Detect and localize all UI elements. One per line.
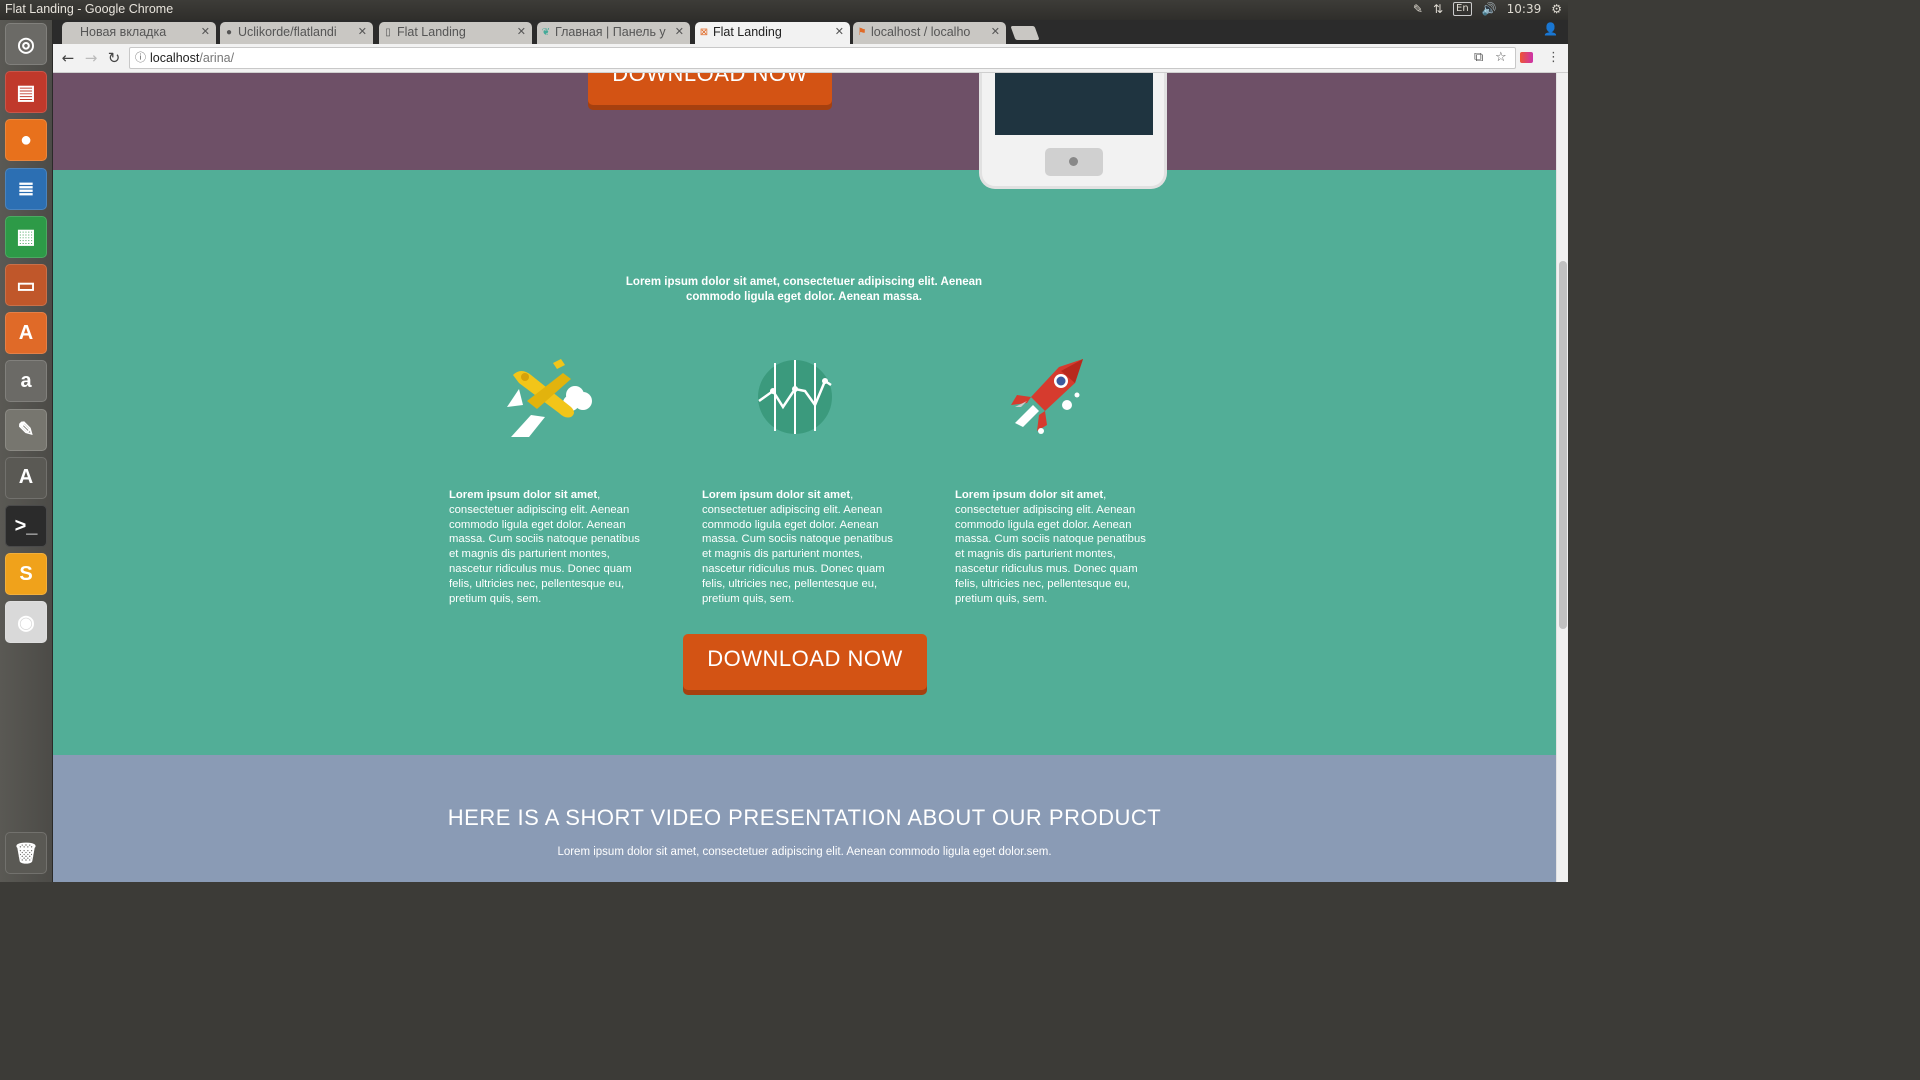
feature-text-3: Lorem ipsum dolor sit amet, consectetuer… — [955, 488, 1155, 606]
html-icon: ⊠ — [699, 27, 709, 38]
browser-toolbar: ← → ↻ ⓘ localhost/arina/ ⧉ ☆ ⋮ — [53, 44, 1568, 73]
rocket-icon — [1011, 359, 1083, 434]
feature-body: , consectetuer adipiscing elit. Aenean c… — [702, 489, 893, 605]
launcher-libreoffice-calc-icon[interactable]: ▦ — [5, 215, 47, 258]
chart-globe-icon — [758, 360, 832, 434]
launcher-libreoffice-impress-icon[interactable]: ▭ — [5, 264, 47, 306]
launcher-firefox-icon[interactable]: ● — [5, 119, 47, 162]
tab-label: Flat Landing — [713, 25, 782, 39]
scrollbar-thumb[interactable] — [1559, 261, 1567, 629]
new-tab-button[interactable] — [1010, 26, 1040, 40]
phone-illustration — [979, 73, 1167, 189]
translate-icon[interactable]: ⧉ — [1474, 50, 1483, 65]
tab-flat-landing-active[interactable]: ⊠ Flat Landing ✕ — [695, 22, 850, 44]
keyboard-layout-indicator[interactable]: En — [1453, 2, 1472, 16]
reload-icon[interactable]: ↻ — [105, 49, 123, 67]
airplane-icon — [507, 359, 592, 437]
launcher-ubuntu-dash-icon[interactable]: ◎ — [5, 23, 47, 65]
tab-label: Новая вкладка — [80, 25, 167, 39]
feature-body: , consectetuer adipiscing elit. Aenean c… — [955, 489, 1146, 605]
close-icon[interactable]: ✕ — [675, 25, 684, 38]
tab-strip: Новая вкладка ✕ ● Uclikorde/flatlandi ✕ … — [53, 20, 1568, 44]
launcher-trash-icon[interactable]: 🗑 — [5, 832, 47, 874]
tab-flat-landing-1[interactable]: ▯ Flat Landing ✕ — [379, 22, 532, 44]
paperclip-icon[interactable]: ✎ — [1413, 2, 1423, 16]
video-heading: HERE IS A SHORT VIDEO PRESENTATION ABOUT… — [447, 805, 1162, 830]
video-section: HERE IS A SHORT VIDEO PRESENTATION ABOUT… — [53, 755, 1556, 882]
launcher-amazon-icon[interactable]: a — [5, 360, 47, 403]
page-scrollbar[interactable] — [1556, 73, 1568, 882]
url-path: /arina/ — [199, 51, 235, 65]
feature-body: , consectetuer adipiscing elit. Aenean c… — [449, 489, 640, 605]
unity-launcher: ◎ ▤ ● ≣ ▦ ▭ Aa ✎ A >_ S ◉ 🗑 — [0, 20, 53, 882]
launcher-files-icon[interactable]: ▤ — [5, 71, 47, 114]
address-bar[interactable]: ⓘ localhost/arina/ — [129, 47, 1516, 69]
github-icon: ● — [225, 27, 233, 38]
network-icon[interactable]: ⇅ — [1433, 2, 1443, 16]
system-tray: ✎ ⇅ En 🔊 10:39 ⚙ — [1413, 2, 1562, 16]
feature-text-1: Lorem ipsum dolor sit amet, consectetuer… — [449, 488, 649, 606]
launcher-software-updater-icon[interactable]: A — [5, 456, 47, 499]
hero-download-button[interactable]: DOWNLOAD NOW — [588, 73, 832, 105]
tab-phpmyadmin[interactable]: ⚑ localhost / localho ✕ — [853, 22, 1006, 44]
window-title: Flat Landing - Google Chrome — [5, 2, 174, 16]
features-intro: Lorem ipsum dolor sit amet, consectetuer… — [625, 276, 983, 303]
launcher-terminal-icon[interactable]: >_ — [5, 505, 47, 547]
gear-icon[interactable]: ⚙ — [1551, 2, 1562, 16]
page-viewport: DOWNLOAD NOW Lorem ipsum dolor sit amet,… — [53, 73, 1556, 882]
close-icon[interactable]: ✕ — [517, 25, 526, 38]
close-icon[interactable]: ✕ — [201, 25, 210, 38]
profile-icon[interactable]: 👤 — [1543, 22, 1558, 36]
tab-github[interactable]: ● Uclikorde/flatlandi ✕ — [220, 22, 373, 44]
feature-text-2: Lorem ipsum dolor sit amet, consectetuer… — [702, 488, 902, 606]
feature-lead: Lorem ipsum dolor sit amet — [702, 489, 851, 501]
tab-panel[interactable]: ❦ Главная | Панель у ✕ — [537, 22, 690, 44]
launcher-chrome-icon[interactable]: ◉ — [5, 601, 47, 644]
leaf-icon: ❦ — [541, 27, 551, 38]
launcher-libreoffice-writer-icon[interactable]: ≣ — [5, 167, 47, 210]
volume-icon[interactable]: 🔊 — [1482, 2, 1497, 16]
video-description: Lorem ipsum dolor sit amet, consectetuer… — [557, 846, 1052, 858]
launcher-sublime-text-icon[interactable]: S — [5, 553, 47, 596]
url-host: localhost — [150, 51, 200, 65]
phone-home-button — [1045, 148, 1103, 176]
phone-screen — [995, 73, 1153, 135]
menu-icon[interactable]: ⋮ — [1547, 50, 1560, 65]
close-icon[interactable]: ✕ — [991, 25, 1000, 38]
launcher-system-settings-icon[interactable]: ✎ — [5, 408, 47, 451]
info-icon[interactable]: ⓘ — [135, 48, 146, 68]
page-icon: ▯ — [385, 27, 391, 38]
tab-label: Главная | Панель у — [555, 25, 666, 39]
launcher-software-center-icon[interactable]: A — [5, 312, 47, 355]
extension-icon[interactable] — [1520, 52, 1533, 63]
feature-lead: Lorem ipsum dolor sit amet — [955, 489, 1104, 501]
close-icon[interactable]: ✕ — [835, 25, 844, 38]
hero-section: DOWNLOAD NOW — [53, 73, 1556, 189]
tab-label: localhost / localho — [871, 25, 971, 39]
feature-lead: Lorem ipsum dolor sit amet — [449, 489, 598, 501]
tab-label: Uclikorde/flatlandi — [238, 25, 337, 39]
back-arrow-icon[interactable]: ← — [59, 49, 77, 67]
os-top-bar: Flat Landing - Google Chrome ✎ ⇅ En 🔊 10… — [0, 0, 1568, 20]
clock[interactable]: 10:39 — [1507, 2, 1542, 16]
pma-icon: ⚑ — [857, 27, 867, 38]
forward-arrow-icon[interactable]: → — [82, 49, 100, 67]
star-icon[interactable]: ☆ — [1495, 50, 1507, 65]
download-now-button[interactable]: DOWNLOAD NOW — [683, 634, 927, 690]
tab-label: Flat Landing — [397, 25, 466, 39]
close-icon[interactable]: ✕ — [358, 25, 367, 38]
tab-new-tab[interactable]: Новая вкладка ✕ — [62, 22, 216, 44]
